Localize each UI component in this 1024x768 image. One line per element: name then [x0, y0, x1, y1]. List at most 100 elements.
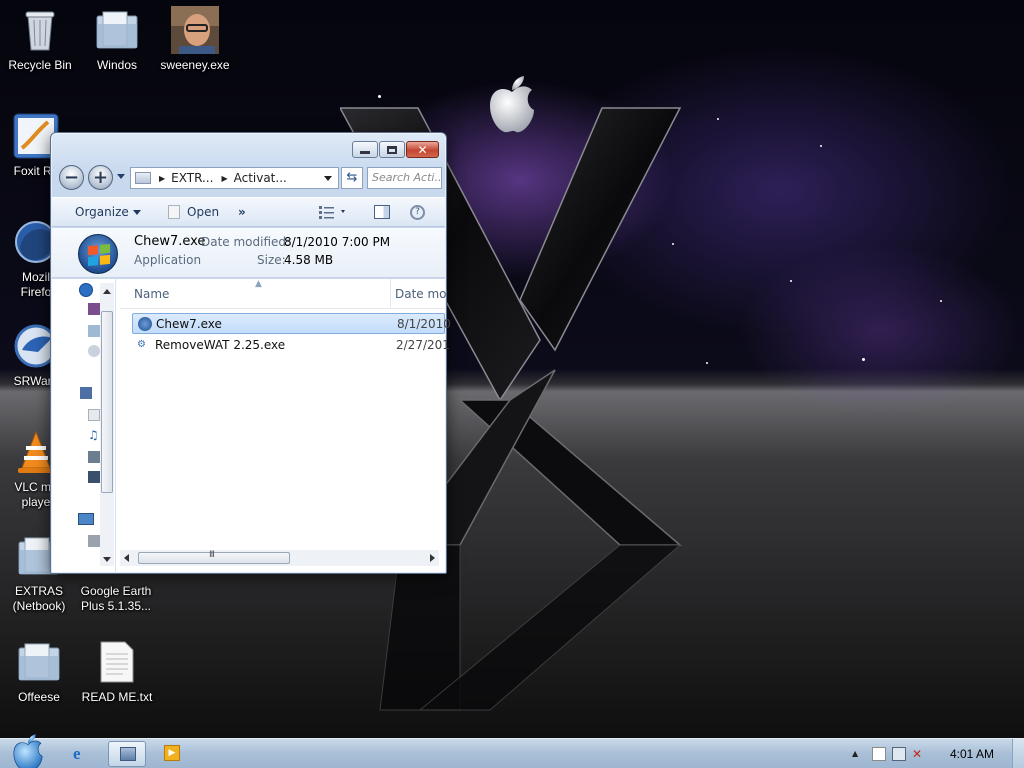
- size-label: Size:: [257, 253, 286, 267]
- file-row-chew7[interactable]: Chew7.exe 8/1/2010: [132, 313, 451, 334]
- internet-explorer-icon: e: [73, 744, 81, 763]
- column-divider[interactable]: [390, 279, 391, 309]
- refresh-icon: ⇆: [346, 170, 358, 185]
- libraries-icon[interactable]: [80, 387, 92, 399]
- explorer-window[interactable]: ✕ − + ▶ EXTR... ▶ Activat... ⇆ Search Ac…: [50, 132, 451, 574]
- taskbar-clock[interactable]: 4:01 AM: [950, 747, 994, 761]
- documents-icon[interactable]: [88, 325, 100, 337]
- desktop-icon-sweeney[interactable]: sweeney.exe: [155, 6, 235, 73]
- show-desktop-button[interactable]: [1012, 739, 1024, 768]
- action-center-flag-icon[interactable]: [872, 747, 886, 761]
- file-list[interactable]: ▲ Name Date mo Chew7.exe 8/1/2010 ⚙ Remo…: [120, 279, 451, 572]
- start-button-apple-icon[interactable]: [8, 733, 48, 768]
- music-icon[interactable]: ♫: [88, 429, 100, 441]
- minimize-button[interactable]: [352, 141, 378, 158]
- videos-icon[interactable]: [88, 471, 100, 483]
- column-header-date-modified[interactable]: Date mo: [395, 287, 447, 301]
- open-file-icon: [168, 205, 180, 219]
- horizontal-scrollbar[interactable]: III: [120, 550, 439, 566]
- wallpaper-apple-logo: [490, 76, 534, 133]
- desktop-icon-label: Windos: [96, 58, 137, 72]
- executable-icon: ⚙: [137, 339, 146, 350]
- recent-pages-dropdown[interactable]: [117, 174, 125, 179]
- desktop-icon-recycle-bin[interactable]: Recycle Bin: [0, 6, 80, 73]
- portrait-photo-icon: [171, 6, 219, 54]
- back-button[interactable]: −: [59, 165, 84, 190]
- info-icon[interactable]: [79, 283, 93, 297]
- folder-icon: [135, 172, 151, 184]
- recycle-bin-icon: [16, 6, 64, 54]
- maximize-button[interactable]: [379, 141, 405, 158]
- chevron-down-icon: [132, 210, 141, 215]
- refresh-button[interactable]: ⇆: [341, 167, 363, 189]
- desktop-icon-label: Offeese: [18, 690, 60, 704]
- desktop-icon-label: sweeney.exe: [160, 58, 230, 72]
- address-bar[interactable]: ▶ EXTR... ▶ Activat...: [130, 167, 339, 189]
- explorer-window-icon: [120, 747, 136, 761]
- navigation-pane[interactable]: ♫: [52, 279, 116, 572]
- network-icon[interactable]: [892, 747, 906, 761]
- search-input[interactable]: Search Acti...: [367, 167, 442, 189]
- scroll-down-arrow-icon[interactable]: [103, 557, 111, 562]
- scroll-right-arrow-icon[interactable]: [430, 554, 435, 562]
- navigation-bar: − + ▶ EXTR... ▶ Activat... ⇆ Search Acti…: [59, 165, 442, 191]
- media-player-icon: ▶: [164, 745, 180, 761]
- file-date: 8/1/2010: [397, 317, 451, 331]
- organize-label: Organize: [75, 205, 129, 219]
- organize-menu[interactable]: Organize: [75, 205, 141, 219]
- close-button[interactable]: ✕: [406, 141, 439, 158]
- desktop-icon-label: Recycle Bin: [8, 58, 72, 72]
- address-dropdown-icon[interactable]: [324, 176, 332, 181]
- column-headers: ▲ Name Date mo: [120, 279, 447, 309]
- drive-icon[interactable]: [88, 535, 100, 547]
- forward-arrow-icon: +: [92, 166, 109, 188]
- back-arrow-icon: −: [63, 166, 80, 188]
- nav-pane-scrollbar[interactable]: [100, 283, 114, 566]
- show-hidden-icons-button[interactable]: ▲: [852, 747, 866, 761]
- preview-pane-icon[interactable]: [374, 205, 390, 219]
- desktop-icon-readme[interactable]: READ ME.txt: [77, 638, 157, 705]
- taskbar: e ▶ ▲ ✕ 4:01 AM: [0, 734, 1024, 768]
- more-commands-button[interactable]: »: [238, 205, 246, 219]
- folder-icon: [15, 638, 63, 686]
- desktop-icon-offeese[interactable]: Offeese: [0, 638, 79, 705]
- pictures-icon[interactable]: [88, 303, 100, 315]
- breadcrumb-extras[interactable]: EXTR...: [171, 171, 213, 185]
- pictures-library-icon[interactable]: [88, 451, 100, 463]
- documents-library-icon[interactable]: [88, 409, 100, 421]
- desktop-icon-windos[interactable]: Windos: [77, 6, 157, 73]
- recent-places-icon[interactable]: [88, 345, 100, 357]
- taskbar-media-player[interactable]: ▶: [154, 741, 192, 767]
- computer-icon[interactable]: [78, 513, 94, 525]
- open-button[interactable]: Open: [187, 205, 219, 219]
- help-icon[interactable]: ?: [410, 205, 425, 220]
- breadcrumb-separator-icon[interactable]: ▶: [159, 174, 165, 183]
- scroll-grip: III: [209, 550, 215, 560]
- breadcrumb-separator-icon[interactable]: ▶: [221, 174, 227, 183]
- window-caption-buttons: ✕: [351, 141, 439, 158]
- scroll-up-arrow-icon[interactable]: [103, 289, 111, 294]
- close-icon: ✕: [417, 142, 428, 157]
- sort-ascending-icon: ▲: [255, 279, 262, 289]
- date-modified-value: 8/1/2010 7:00 PM: [284, 235, 391, 249]
- folder-icon: [93, 6, 141, 54]
- breadcrumb-activation[interactable]: Activat...: [234, 171, 287, 185]
- scroll-thumb[interactable]: [101, 311, 113, 493]
- volume-muted-icon[interactable]: ✕: [912, 747, 926, 761]
- file-row-removewat[interactable]: ⚙ RemoveWAT 2.25.exe 2/27/201: [132, 335, 450, 356]
- scroll-thumb[interactable]: III: [138, 550, 290, 564]
- column-header-name[interactable]: Name: [134, 287, 169, 301]
- taskbar-internet-explorer[interactable]: e: [62, 741, 100, 767]
- application-windows-logo-icon: [78, 234, 118, 274]
- windows-logo-icon: [138, 317, 152, 331]
- taskbar-explorer-active[interactable]: [108, 741, 146, 767]
- file-name: Chew7.exe: [156, 317, 222, 331]
- scroll-left-arrow-icon[interactable]: [124, 554, 129, 562]
- forward-button[interactable]: +: [88, 165, 113, 190]
- desktop-icon-label: EXTRAS (Netbook): [12, 584, 66, 613]
- size-value: 4.58 MB: [284, 253, 334, 267]
- text-file-icon: [93, 638, 141, 686]
- file-name: RemoveWAT 2.25.exe: [155, 338, 286, 352]
- view-options-icon[interactable]: [319, 205, 347, 222]
- selected-file-name: Chew7.exe: [134, 234, 206, 249]
